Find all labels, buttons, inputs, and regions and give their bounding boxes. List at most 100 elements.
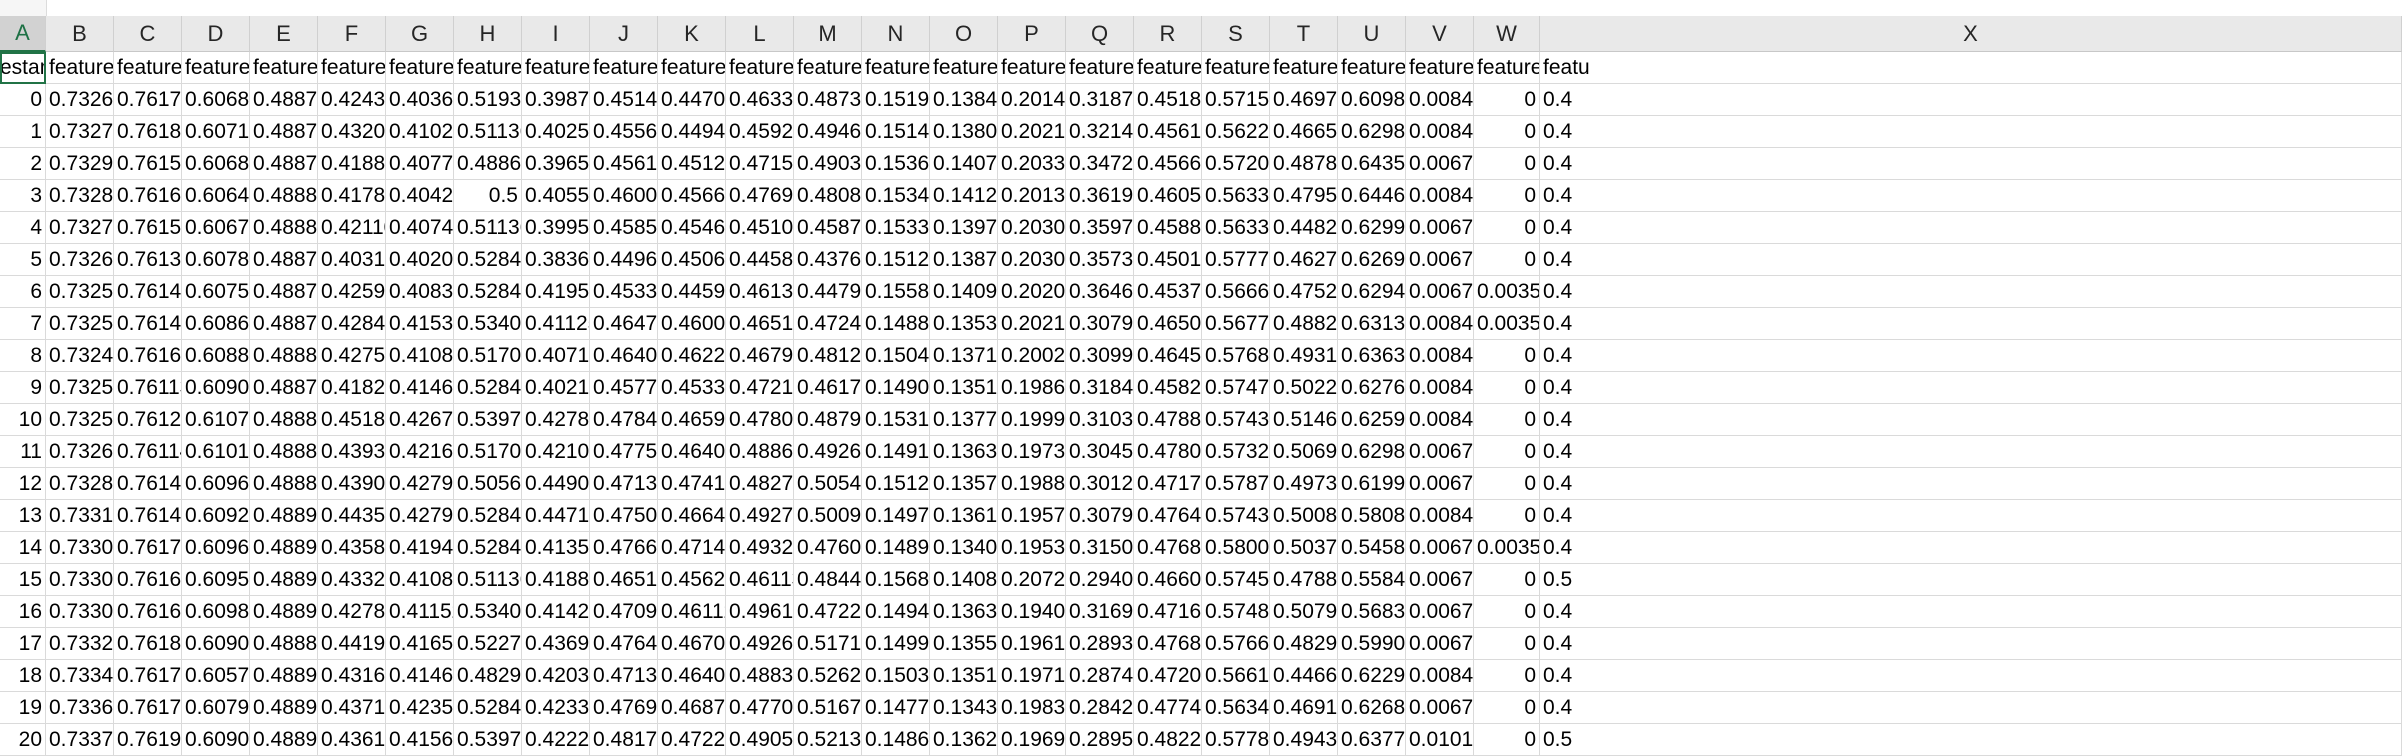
table-cell[interactable]: 0.423552	[386, 692, 454, 724]
table-cell[interactable]: 0.451892	[318, 404, 386, 436]
table-cell[interactable]: 0.50797	[1270, 596, 1338, 628]
table-cell[interactable]: 0.761475	[114, 308, 182, 340]
table-cell[interactable]: 0.427518	[318, 340, 386, 372]
table-cell[interactable]: 0.149155	[862, 436, 930, 468]
table-cell[interactable]: 0.761135	[114, 372, 182, 404]
table-cell[interactable]: 0.151929	[862, 84, 930, 116]
table-cell[interactable]: 0.195755	[998, 500, 1066, 532]
table-cell[interactable]: 0.4	[1540, 436, 2402, 468]
table-cell[interactable]: 2	[0, 148, 46, 180]
table-cell[interactable]: 0.528409	[454, 372, 522, 404]
selected-cell-a1[interactable]: estamp	[0, 52, 46, 84]
table-cell[interactable]: 0.203354	[998, 148, 1066, 180]
table-cell[interactable]: 0.733066	[46, 532, 114, 564]
table-cell[interactable]: 0.629402	[1338, 276, 1406, 308]
table-cell[interactable]: 0.198308	[998, 692, 1066, 724]
header-cell[interactable]: feature_21	[1474, 52, 1540, 84]
table-cell[interactable]: 0.478879	[1134, 404, 1202, 436]
table-cell[interactable]: 0.479512	[1270, 180, 1338, 212]
table-cell[interactable]: 0.396526	[522, 148, 590, 180]
table-cell[interactable]: 0.488802	[250, 180, 318, 212]
table-cell[interactable]: 0.474178	[658, 468, 726, 500]
column-header-g[interactable]: G	[386, 16, 454, 52]
header-cell[interactable]: feature_8	[590, 52, 658, 84]
table-cell[interactable]: 0.364608	[1066, 276, 1134, 308]
table-cell[interactable]: 0.761754	[114, 532, 182, 564]
table-cell[interactable]: 0.42431	[318, 84, 386, 116]
header-cell[interactable]: feature_20	[1406, 52, 1474, 84]
table-cell[interactable]: 0.407724	[386, 148, 454, 180]
table-cell[interactable]: 0.202176	[998, 308, 1066, 340]
table-cell[interactable]: 0.150315	[862, 660, 930, 692]
table-cell[interactable]: 0.398792	[522, 84, 590, 116]
table-cell[interactable]: 0.607133	[182, 116, 250, 148]
table-cell[interactable]: 0.471768	[1134, 468, 1202, 500]
table-cell[interactable]: 0.539773	[454, 724, 522, 756]
table-cell[interactable]: 0.761656	[114, 180, 182, 212]
table-cell[interactable]: 0.458256	[1134, 372, 1202, 404]
table-cell[interactable]: 0	[1474, 692, 1540, 724]
table-cell[interactable]: 0.761594	[114, 148, 182, 180]
header-cell[interactable]: feature_3	[250, 52, 318, 84]
table-cell[interactable]: 0.427838	[318, 596, 386, 628]
table-cell[interactable]: 0.488791	[250, 148, 318, 180]
table-cell[interactable]: 0.606895	[182, 148, 250, 180]
table-cell[interactable]: 0.41089	[386, 564, 454, 596]
table-cell[interactable]: 0.138458	[930, 84, 998, 116]
table-cell[interactable]: 0.733007	[46, 564, 114, 596]
table-cell[interactable]: 0.761603	[114, 340, 182, 372]
table-cell[interactable]: 0.463336	[726, 84, 794, 116]
table-cell[interactable]: 0.151487	[862, 116, 930, 148]
table-cell[interactable]: 0.153426	[862, 180, 930, 212]
table-cell[interactable]: 0.447978	[794, 276, 862, 308]
table-cell[interactable]: 0.458507	[590, 212, 658, 244]
header-cell[interactable]: feature_11	[794, 52, 862, 84]
table-cell[interactable]: 0.576889	[1202, 340, 1270, 372]
table-cell[interactable]: 0.48893	[250, 692, 318, 724]
table-cell[interactable]: 0.517167	[794, 628, 862, 660]
table-cell[interactable]: 0.478823	[1270, 564, 1338, 596]
table-cell[interactable]: 0.418807	[522, 564, 590, 596]
table-cell[interactable]: 0.482955	[454, 660, 522, 692]
table-cell[interactable]: 3	[0, 180, 46, 212]
table-cell[interactable]: 0.402568	[522, 116, 590, 148]
table-cell[interactable]: 0.488204	[1270, 308, 1338, 340]
table-cell[interactable]: 0.761855	[114, 116, 182, 148]
table-cell[interactable]: 0.478089	[726, 404, 794, 436]
header-cell[interactable]: feature_16	[1134, 52, 1202, 84]
table-cell[interactable]: 0.761748	[114, 84, 182, 116]
table-cell[interactable]: 0.580023	[1202, 532, 1270, 564]
table-cell[interactable]: 0.408357	[386, 276, 454, 308]
table-cell[interactable]: 0.517045	[454, 436, 522, 468]
column-header-f[interactable]: F	[318, 16, 386, 52]
table-cell[interactable]: 1	[0, 116, 46, 148]
table-cell[interactable]: 0.761148	[114, 436, 182, 468]
table-cell[interactable]: 0.447077	[658, 84, 726, 116]
table-cell[interactable]: 0.733764	[46, 724, 114, 756]
table-cell[interactable]: 0.46112	[658, 596, 726, 628]
table-cell[interactable]: 0.454611	[658, 212, 726, 244]
table-cell[interactable]: 0.28423	[1066, 692, 1134, 724]
table-cell[interactable]: 7	[0, 308, 46, 340]
column-header-j[interactable]: J	[590, 16, 658, 52]
table-cell[interactable]: 0.4	[1540, 660, 2402, 692]
table-cell[interactable]: 0.464076	[658, 436, 726, 468]
table-cell[interactable]: 0.415638	[386, 724, 454, 756]
table-cell[interactable]: 0.490583	[726, 724, 794, 756]
table-cell[interactable]: 0.488904	[250, 564, 318, 596]
table-cell[interactable]: 0.488894	[250, 628, 318, 660]
column-header-i[interactable]: I	[522, 16, 590, 52]
table-cell[interactable]: 0.472251	[794, 596, 862, 628]
header-cell[interactable]: feature_0	[46, 52, 114, 84]
table-cell[interactable]: 0.156833	[862, 564, 930, 596]
header-cell[interactable]: featu	[1540, 52, 2402, 84]
table-cell[interactable]: 0.493189	[1270, 340, 1338, 372]
table-cell[interactable]: 0.494656	[794, 116, 862, 148]
table-cell[interactable]: 10	[0, 404, 46, 436]
table-cell[interactable]: 0.40219	[522, 372, 590, 404]
column-header-m[interactable]: M	[794, 16, 862, 52]
table-cell[interactable]: 0.511364	[454, 212, 522, 244]
table-cell[interactable]: 0.476647	[590, 532, 658, 564]
table-cell[interactable]: 0.488781	[250, 116, 318, 148]
table-cell[interactable]: 0.732827	[46, 468, 114, 500]
